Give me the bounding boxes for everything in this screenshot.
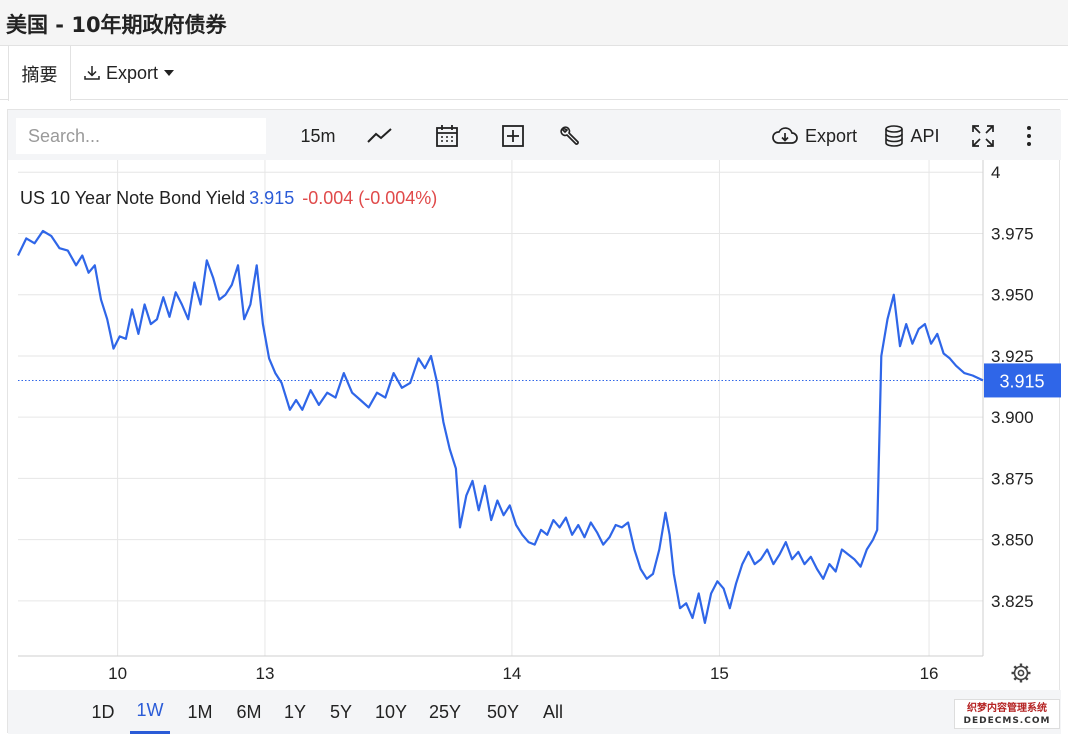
add-indicator-button[interactable]: [494, 118, 532, 154]
export-dropdown[interactable]: Export: [82, 46, 174, 100]
cloud-download-icon: [771, 125, 799, 147]
database-icon: [884, 124, 904, 148]
y-tick-label: 3.900: [991, 408, 1034, 427]
search-input[interactable]: [16, 118, 266, 154]
range-button-6m[interactable]: 6M: [232, 690, 266, 734]
y-tick-label: 3.825: [991, 592, 1034, 611]
y-tick-label: 3.975: [991, 224, 1034, 243]
range-button-10y[interactable]: 10Y: [370, 690, 412, 734]
api-label: API: [910, 126, 939, 147]
caret-down-icon: [164, 70, 174, 76]
page-title: 美国 - 10年期政府债券: [6, 9, 227, 39]
x-tick-label: 14: [502, 664, 521, 683]
interval-button[interactable]: 15m: [292, 118, 344, 154]
range-button-25y[interactable]: 25Y: [424, 690, 466, 734]
watermark-line1: 织梦内容管理系统: [955, 702, 1059, 715]
chart-area[interactable]: 4 3.975 3.950 3.925 3.900 3.875 3.850 3.825 10 13…: [8, 160, 1061, 690]
toolbar-export-button[interactable]: Export: [768, 118, 860, 154]
tab-summary[interactable]: 摘要: [8, 46, 71, 101]
page-header: 美国 - 10年期政府债券: [0, 0, 1068, 46]
yield-series-line: [18, 231, 983, 623]
wrench-icon: [559, 124, 583, 148]
range-button-all[interactable]: All: [538, 690, 568, 734]
toolbar-export-label: Export: [805, 126, 857, 147]
x-tick-label: 10: [108, 664, 127, 683]
chart-type-button[interactable]: [360, 118, 400, 154]
chart-legend: US 10 Year Note Bond Yield3.915 -0.004 (-…: [20, 188, 437, 209]
y-tick-label: 3.950: [991, 286, 1034, 305]
range-button-1w[interactable]: 1W: [130, 690, 170, 734]
range-button-1m[interactable]: 1M: [182, 690, 218, 734]
settings-tools-button[interactable]: [552, 118, 590, 154]
watermark-logo: 织梦内容管理系统 DEDECMS.COM: [954, 699, 1060, 729]
range-button-5y[interactable]: 5Y: [324, 690, 358, 734]
fullscreen-icon: [970, 123, 996, 149]
plus-square-icon: [501, 124, 525, 148]
fullscreen-button[interactable]: [966, 118, 1000, 154]
legend-series-name: US 10 Year Note Bond Yield: [20, 188, 245, 208]
last-price-label: 3.915: [999, 371, 1044, 391]
legend-change: -0.004 (-0.004%): [302, 188, 437, 208]
y-tick-label: 3.925: [991, 347, 1034, 366]
tabs-row: 摘要 Export: [0, 46, 1068, 100]
chart-toolbar: 15m: [8, 110, 1061, 160]
range-button-50y[interactable]: 50Y: [482, 690, 524, 734]
more-options-button[interactable]: [1014, 118, 1044, 154]
x-tick-label: 13: [255, 664, 274, 683]
x-tick-label: 16: [920, 664, 939, 683]
date-range-button[interactable]: [428, 118, 466, 154]
y-tick-label: 3.875: [991, 469, 1034, 488]
download-icon: [82, 63, 102, 83]
y-tick-label: 3.850: [991, 531, 1034, 550]
range-button-1d[interactable]: 1D: [88, 690, 118, 734]
legend-value: 3.915: [249, 188, 294, 208]
chart-settings-button[interactable]: [1012, 664, 1031, 683]
gear-icon: [1012, 664, 1031, 683]
api-button[interactable]: API: [882, 118, 942, 154]
price-chart[interactable]: 4 3.975 3.950 3.925 3.900 3.875 3.850 3.825 10 13…: [8, 160, 1061, 690]
range-button-1y[interactable]: 1Y: [280, 690, 310, 734]
range-selector: 1D 1W 1M 6M 1Y 5Y 10Y 25Y 50Y All: [8, 690, 1061, 734]
line-chart-icon: [366, 125, 394, 147]
calendar-icon: [434, 123, 460, 149]
export-dropdown-label: Export: [106, 63, 158, 84]
chart-widget: 15m: [7, 109, 1060, 733]
x-tick-label: 15: [710, 664, 729, 683]
y-tick-label: 4: [991, 163, 1000, 182]
more-vertical-icon: [1026, 125, 1032, 147]
watermark-line2: DEDECMS.COM: [955, 715, 1059, 728]
